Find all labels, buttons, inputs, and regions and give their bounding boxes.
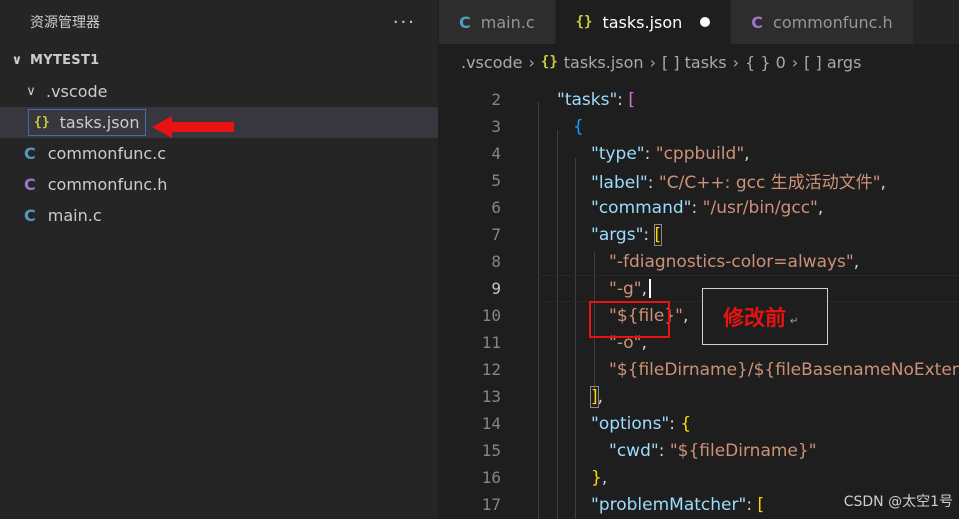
code-line: 3 { — [491, 116, 584, 137]
chevron-right-icon: › — [649, 52, 656, 72]
breadcrumb: .vscode › {} tasks.json › [ ] tasks › { … — [439, 44, 959, 80]
file-label: main.c — [47, 206, 102, 225]
breadcrumb-item[interactable]: [ ] tasks — [662, 53, 727, 72]
tab-tasks-json[interactable]: {} tasks.json — [555, 0, 732, 44]
tab-label: tasks.json — [602, 12, 683, 32]
breadcrumb-item[interactable]: tasks.json — [564, 53, 644, 72]
chevron-down-icon: ∨ — [11, 52, 23, 68]
code-line: 5 "label": "C/C++: gcc 生成活动文件", — [491, 171, 886, 193]
code-line: 12 "${fileDirname}/${fileBasenameNoExten… — [481, 359, 959, 380]
c-file-icon: C — [24, 144, 36, 163]
code-line: 15 "cwd": "${fileDirname}" — [481, 440, 817, 461]
highlight-box — [589, 301, 670, 338]
tab-commonfunc-h[interactable]: C commonfunc.h — [731, 0, 914, 44]
tab-label: main.c — [480, 12, 535, 32]
folder-label: .vscode — [46, 82, 108, 101]
code-line: 14 "options": { — [481, 413, 692, 434]
code-line: 7 "args": [ — [491, 223, 663, 246]
code-line: 16 }, — [481, 467, 608, 488]
explorer-sidebar: 资源管理器 ··· ∨ MYTEST1 ∨ .vscode {} tasks.j… — [0, 0, 438, 519]
file-label: tasks.json — [59, 113, 140, 132]
project-name: MYTEST1 — [30, 52, 100, 68]
annotation-box: 修改前 ↵ — [702, 288, 828, 345]
editor-tabs: C main.c {} tasks.json C commonfunc.h — [439, 0, 959, 44]
return-mark-icon: ↵ — [790, 316, 799, 327]
chevron-right-icon: › — [528, 52, 535, 72]
file-label: commonfunc.h — [47, 175, 168, 194]
file-label: commonfunc.c — [47, 144, 167, 163]
c-file-icon: C — [24, 206, 36, 225]
more-actions-icon[interactable]: ··· — [393, 12, 416, 33]
explorer-title: 资源管理器 — [30, 15, 100, 31]
unsaved-dot-icon[interactable] — [700, 17, 711, 27]
breadcrumb-item[interactable]: .vscode — [461, 53, 522, 72]
json-braces-icon: {} — [575, 14, 593, 30]
tree-file-commonfunc-c[interactable]: C commonfunc.c — [0, 138, 438, 169]
watermark: CSDN @太空1号 — [843, 494, 953, 510]
code-line: 13 ], — [481, 385, 604, 408]
tree-folder-vscode[interactable]: ∨ .vscode — [0, 76, 438, 107]
tree-file-main-c[interactable]: C main.c — [0, 200, 438, 231]
code-line-current: 9 "-g", — [439, 275, 959, 302]
code-line: 4 "type": "cppbuild", — [491, 143, 750, 164]
editor-area: C main.c {} tasks.json C commonfunc.h .v… — [439, 0, 959, 519]
code-line: 11 "-o", — [481, 332, 647, 353]
code-line: 6 "command": "/usr/bin/gcc", — [491, 197, 824, 218]
tree-file-commonfunc-h[interactable]: C commonfunc.h — [0, 169, 438, 200]
breadcrumb-item[interactable]: [ ] args — [804, 53, 861, 72]
chevron-right-icon: › — [791, 52, 799, 72]
c-header-icon: C — [24, 175, 36, 194]
code-line: 8 "-fdiagnostics-color=always", — [491, 251, 860, 272]
c-header-icon: C — [751, 12, 764, 32]
chevron-right-icon: › — [732, 52, 740, 72]
code-line: 10 "${file}", — [481, 305, 689, 326]
annotation-text: 修改前 — [723, 305, 786, 330]
code-line: 2 "tasks": [ — [491, 89, 636, 110]
code-editor[interactable]: 2 "tasks": [ 3 { 4 "type": "cppbuild", 5… — [439, 86, 959, 519]
json-braces-icon: {} — [34, 115, 50, 130]
breadcrumb-item[interactable]: { } 0 — [745, 53, 786, 72]
tab-main-c[interactable]: C main.c — [439, 0, 556, 44]
tab-label: commonfunc.h — [773, 12, 893, 32]
explorer-header: 资源管理器 ··· — [0, 0, 438, 44]
chevron-down-icon: ∨ — [26, 84, 36, 99]
c-file-icon: C — [459, 12, 471, 32]
red-arrow-icon — [152, 116, 234, 138]
project-folder[interactable]: ∨ MYTEST1 — [0, 44, 438, 76]
json-braces-icon: {} — [540, 54, 558, 70]
